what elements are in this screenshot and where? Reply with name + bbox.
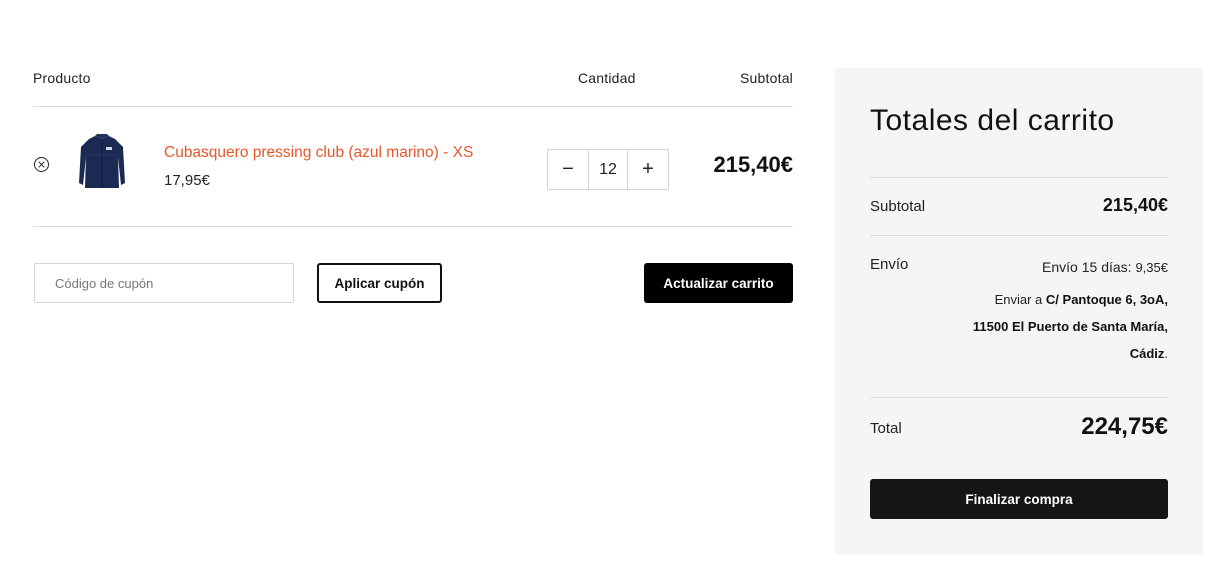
totals-title: Totales del carrito [870,104,1115,137]
ship-to-city: 11500 El Puerto de Santa María, [972,319,1168,334]
cart-table-header: Producto Cantidad Subtotal [33,70,793,90]
subtotal-value: 215,40€ [1102,195,1168,215]
quantity-stepper: − 12 + [547,149,669,190]
shipping-label: Envío [870,256,909,273]
shipping-option-name: Envío 15 días: [1042,259,1132,275]
divider [870,235,1168,236]
shipping-option: Envío 15 días: 9,35€ [1042,259,1168,275]
total-label: Total [870,420,902,437]
product-thumbnail[interactable] [77,133,127,191]
divider [33,226,793,227]
shipping-amount: 9,35€ [1135,260,1168,275]
header-product: Producto [33,70,91,86]
header-subtotal: Subtotal [740,70,793,86]
update-cart-button[interactable]: Actualizar carrito [644,263,793,303]
cart-totals-panel: Totales del carrito Subtotal 215,40€ Env… [835,68,1203,554]
quantity-increase-button[interactable]: + [628,150,668,189]
quantity-decrease-button[interactable]: − [548,150,588,189]
total-value: 224,75€ [1081,413,1168,440]
divider [870,177,1168,178]
header-quantity: Cantidad [578,70,636,86]
item-subtotal: 215,40€ [713,152,793,177]
product-name-link[interactable]: Cubasquero pressing club (azul marino) -… [164,144,473,162]
apply-coupon-button[interactable]: Aplicar cupón [317,263,442,303]
ship-to-prefix: Enviar a [994,292,1043,307]
cart-item-row: Cubasquero pressing club (azul marino) -… [33,107,793,226]
ship-to-street: C/ Pantoque 6, 3oA, [1045,292,1168,307]
shipping-address: Enviar a C/ Pantoque 6, 3oA, 11500 El Pu… [928,286,1168,367]
coupon-input[interactable] [34,263,294,303]
product-unit-price: 17,95€ [164,172,210,189]
checkout-button[interactable]: Finalizar compra [870,479,1168,519]
ship-to-suffix: . [1164,346,1168,361]
ship-to-province: Cádiz [1129,346,1165,361]
quantity-value[interactable]: 12 [588,150,628,189]
cart-page: Producto Cantidad Subtotal Cubasquero pr… [0,0,1230,578]
subtotal-label: Subtotal [870,198,926,215]
remove-item-icon[interactable] [34,157,49,172]
divider [870,397,1168,398]
